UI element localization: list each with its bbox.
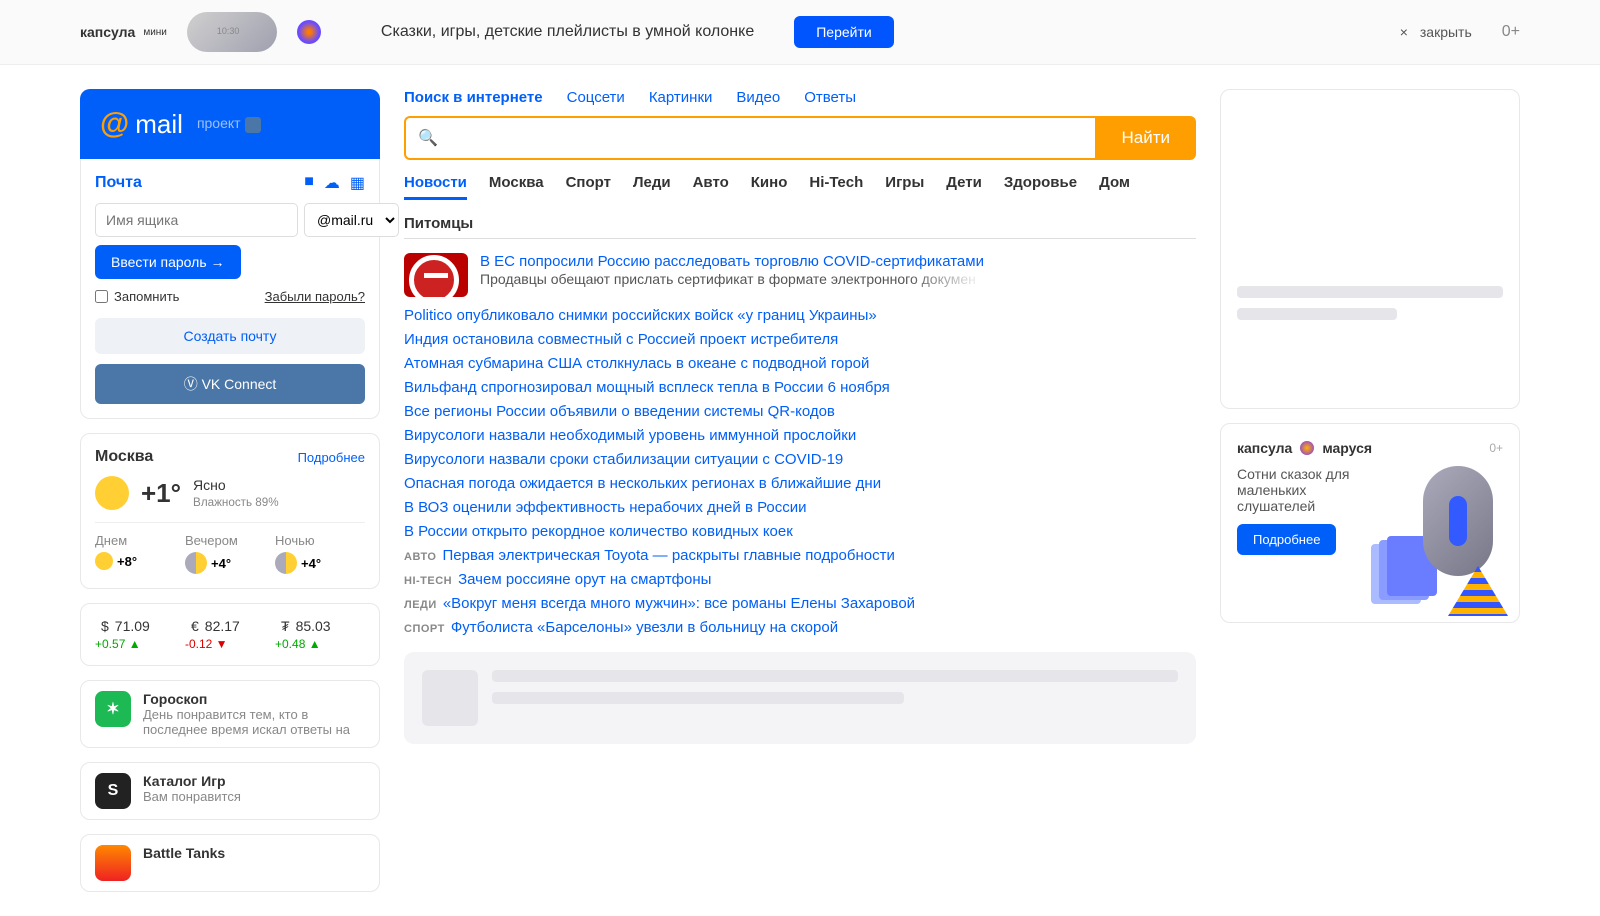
sun-icon <box>95 476 129 510</box>
category-tab[interactable]: Игры <box>885 174 924 193</box>
mail-username-input[interactable] <box>95 203 298 237</box>
weather-desc: Ясно <box>193 477 279 493</box>
search-tab[interactable]: Ответы <box>804 89 856 106</box>
news-link[interactable]: Атомная субмарина США столкнулась в океа… <box>404 355 1196 372</box>
vk-connect-button[interactable]: Ⓥ VK Connect <box>95 364 365 404</box>
news-tagged-link[interactable]: Первая электрическая Toyota — раскрыты г… <box>442 547 894 564</box>
enter-password-button[interactable]: Ввести пароль <box>95 245 241 279</box>
search-button[interactable]: Найти <box>1095 116 1196 160</box>
category-tab[interactable]: Авто <box>693 174 729 193</box>
news-link[interactable]: В России открыто рекордное количество ко… <box>404 523 1196 540</box>
banner-logo: капсула <box>80 24 135 40</box>
ad-brand2: маруся <box>1322 440 1372 456</box>
video-icon[interactable]: ■ <box>304 173 314 193</box>
ad-orb-icon <box>1300 441 1314 455</box>
search-tab[interactable]: Видео <box>736 89 780 106</box>
logo-at-icon: @ <box>100 107 129 141</box>
news-tag: СПОРТ <box>404 623 445 635</box>
logo-mail: mail <box>135 109 183 140</box>
news-link[interactable]: В ВОЗ оценили эффективность нерабочих дн… <box>404 499 1196 516</box>
news-link[interactable]: Вирусологи назвали сроки стабилизации си… <box>404 451 1196 468</box>
weather-forecast: Днем+8° Вечером+4° Ночью+4° <box>95 533 365 574</box>
vk-icon <box>245 117 261 133</box>
search-input[interactable] <box>446 130 1084 147</box>
horoscope-icon: ✶ <box>95 691 131 727</box>
battle-tanks-icon <box>95 845 131 881</box>
close-icon: × <box>1400 24 1408 40</box>
search-icon: 🔍 <box>418 128 438 148</box>
banner-close-button[interactable]: × закрыть <box>1400 24 1472 40</box>
news-tag: АВТО <box>404 551 436 563</box>
category-tab[interactable]: Дом <box>1099 174 1130 193</box>
news-top-thumb[interactable] <box>404 253 468 297</box>
mail-title[interactable]: Почта <box>95 174 142 192</box>
weather-more-link[interactable]: Подробнее <box>298 450 365 465</box>
weather-humidity: Влажность 89% <box>193 496 279 509</box>
ad-text: Сотни сказок для маленьких слушателей <box>1237 466 1357 514</box>
category-tab[interactable]: Дети <box>946 174 982 193</box>
news-tag: HI-TECH <box>404 575 452 587</box>
banner-text: Сказки, игры, детские плейлисты в умной … <box>381 23 754 41</box>
news-link[interactable]: Все регионы России объявили о введении с… <box>404 403 1196 420</box>
news-top-link[interactable]: В ЕС попросили Россию расследовать торго… <box>480 253 984 270</box>
banner-device-image <box>187 12 277 52</box>
banner-age-label: 0+ <box>1502 23 1520 41</box>
create-mail-button[interactable]: Создать почту <box>95 318 365 354</box>
search-tab[interactable]: Соцсети <box>567 89 625 106</box>
category-tab[interactable]: Hi-Tech <box>809 174 863 193</box>
news-link[interactable]: Индия остановила совместный с Россией пр… <box>404 331 1196 348</box>
search-tab[interactable]: Поиск в интернете <box>404 89 543 106</box>
cloud-icon[interactable]: ☁ <box>324 173 340 193</box>
ad-image <box>1367 466 1503 606</box>
ad-more-button[interactable]: Подробнее <box>1237 524 1336 555</box>
ad-brand1: капсула <box>1237 440 1292 456</box>
category-tab[interactable]: Здоровье <box>1004 174 1077 193</box>
calendar-icon[interactable]: ▦ <box>350 173 365 193</box>
search-tab[interactable]: Картинки <box>649 89 713 106</box>
category-tab[interactable]: Москва <box>489 174 544 193</box>
banner-logo-sub: мини <box>143 27 167 38</box>
news-link[interactable]: Вильфанд спрогнозировал мощный всплеск т… <box>404 379 1196 396</box>
ad-kapsula[interactable]: капсула маруся 0+ Сотни сказок для мален… <box>1220 423 1520 623</box>
news-tagged-link[interactable]: Футболиста «Барселоны» увезли в больницу… <box>451 619 838 636</box>
battle-tanks-widget[interactable]: Battle Tanks <box>80 834 380 892</box>
horoscope-widget[interactable]: ✶ ГороскопДень понравится тем, кто в пос… <box>80 680 380 748</box>
weather-city: Москва <box>95 448 153 466</box>
news-link[interactable]: Вирусологи назвали необходимый уровень и… <box>404 427 1196 444</box>
remember-checkbox[interactable]: Запомнить <box>95 289 179 304</box>
news-link[interactable]: Опасная погода ожидается в нескольких ре… <box>404 475 1196 492</box>
news-tag: ЛЕДИ <box>404 599 437 611</box>
remember-input[interactable] <box>95 290 108 303</box>
banner-go-button[interactable]: Перейти <box>794 16 893 48</box>
category-tab[interactable]: Питомцы <box>404 215 473 232</box>
ad-age: 0+ <box>1489 441 1503 455</box>
category-tab[interactable]: Леди <box>633 174 671 193</box>
news-top-sub: Продавцы обещают прислать сертификат в ф… <box>480 271 984 287</box>
news-tagged-link[interactable]: Зачем россияне орут на смартфоны <box>458 571 711 588</box>
vk-logo-icon: Ⓥ <box>184 376 202 392</box>
close-label: закрыть <box>1420 24 1472 40</box>
logo-project: проект <box>197 115 261 132</box>
category-tab[interactable]: Спорт <box>566 174 611 193</box>
news-link[interactable]: Politico опубликовало снимки российских … <box>404 307 1196 324</box>
category-tab[interactable]: Новости <box>404 174 467 200</box>
logo-card[interactable]: @ mail проект <box>80 89 380 159</box>
banner-orb-icon <box>297 20 321 44</box>
ad-placeholder-top <box>1220 89 1520 409</box>
weather-temp: +1° <box>141 478 181 509</box>
skeleton-loader <box>404 652 1196 744</box>
mail-domain-select[interactable]: @mail.ru <box>304 203 399 237</box>
games-catalog-widget[interactable]: S Каталог ИгрВам понравится <box>80 762 380 820</box>
category-tab[interactable]: Кино <box>751 174 788 193</box>
games-icon: S <box>95 773 131 809</box>
news-tagged-link[interactable]: «Вокруг меня всегда много мужчин»: все р… <box>443 595 915 612</box>
currency-rates[interactable]: $71.09+0.57 ▲ €82.17-0.12 ▼ ₮85.03+0.48 … <box>80 603 380 666</box>
forgot-password-link[interactable]: Забыли пароль? <box>265 289 365 304</box>
